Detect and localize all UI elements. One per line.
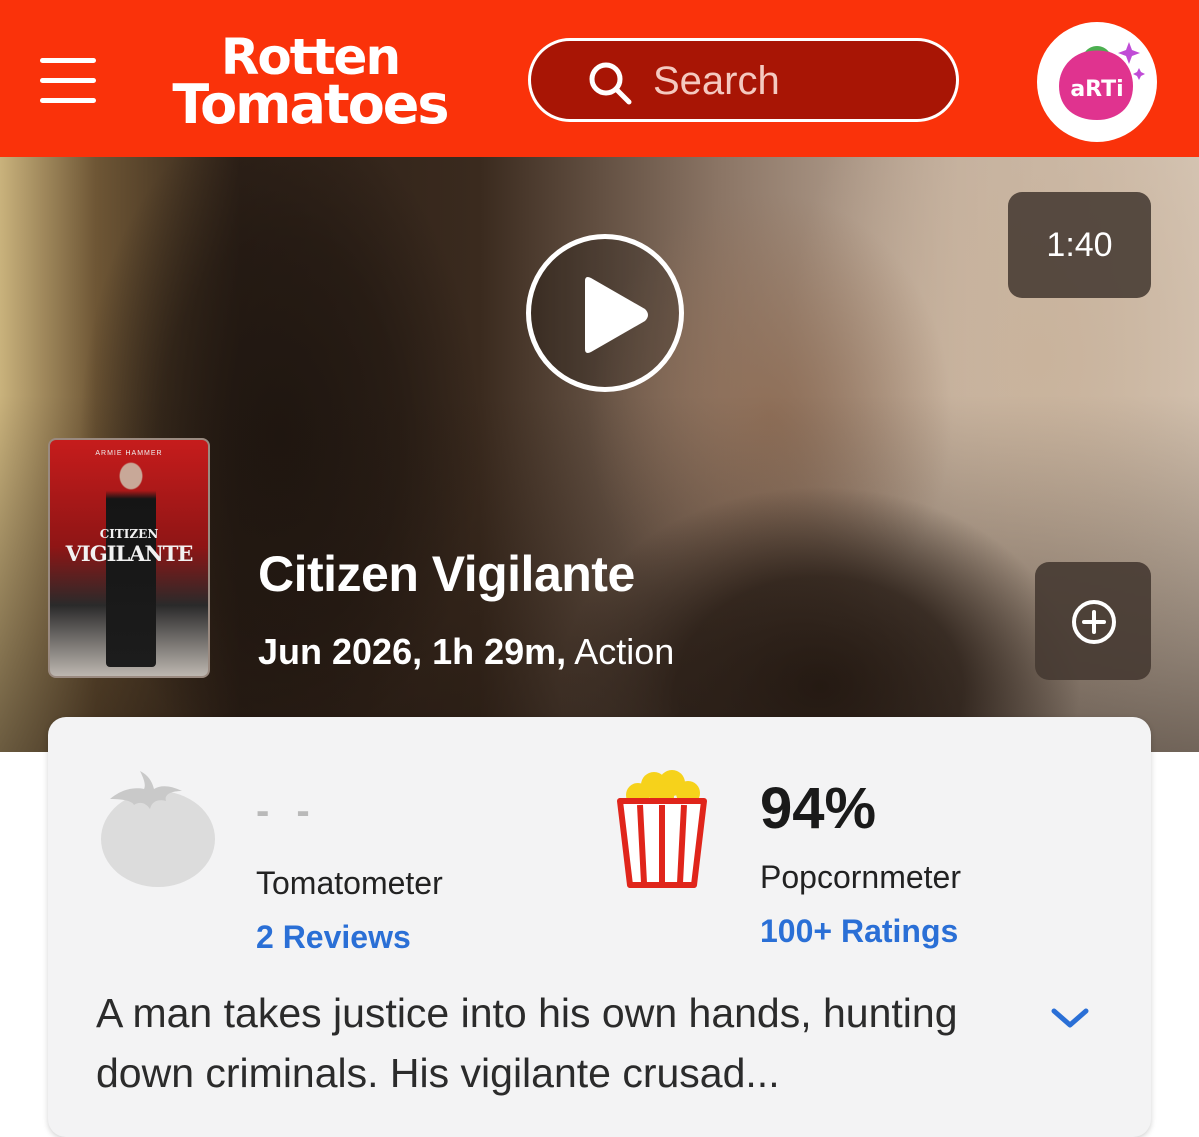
search-icon [589, 62, 632, 105]
site-header: Rotten Tomatoes aRTi [0, 0, 1199, 157]
logo-line-2: Tomatoes [172, 73, 449, 136]
tomatometer-score: - - [256, 789, 318, 833]
search-bar[interactable] [528, 38, 959, 122]
add-to-watchlist-button[interactable] [1035, 562, 1151, 680]
poster-title: CITIZEN VIGILANTE [50, 524, 208, 564]
movie-poster[interactable]: ARMIE HAMMER CITIZEN VIGILANTE [48, 438, 210, 678]
trailer-duration: 1:40 [1008, 192, 1151, 298]
synopsis-text: A man takes justice into his own hands, … [96, 990, 958, 1096]
play-icon [585, 277, 648, 353]
expand-synopsis-button[interactable] [1048, 1003, 1092, 1033]
chevron-down-icon [1051, 1008, 1089, 1028]
plus-circle-icon [1072, 600, 1116, 644]
audience-ratings-link[interactable]: 100+ Ratings [760, 913, 958, 950]
popcorn-icon [617, 770, 707, 888]
popcornmeter-label: Popcornmeter [760, 859, 961, 895]
movie-meta: Jun 2026, 1h 29m, Action [258, 631, 674, 673]
genre: Action [574, 631, 675, 672]
play-trailer-button[interactable] [526, 234, 684, 392]
movie-title: Citizen Vigilante [258, 546, 635, 602]
search-input[interactable] [651, 54, 945, 108]
poster-top-text: ARMIE HAMMER [95, 450, 163, 457]
score-card: - - Tomatometer 2 Reviews 94% Popcornmet… [48, 717, 1151, 1137]
tomatometer-label: Tomatometer [256, 865, 443, 901]
arti-avatar-icon: aRTi [1059, 42, 1145, 120]
user-avatar[interactable]: aRTi [1037, 22, 1157, 142]
trailer-hero[interactable]: 1:40 ARMIE HAMMER CITIZEN VIGILANTE Citi… [0, 157, 1199, 752]
menu-icon[interactable] [40, 58, 96, 104]
release-and-runtime: Jun 2026, 1h 29m, [258, 631, 567, 672]
poster-title-line-2: VIGILANTE [65, 541, 194, 566]
critic-reviews-link[interactable]: 2 Reviews [256, 919, 411, 956]
tomatometer-empty-icon [101, 771, 215, 887]
avatar-text: aRTi [1070, 77, 1123, 102]
popcornmeter-score: 94% [760, 776, 877, 841]
rotten-tomatoes-logo[interactable]: Rotten Tomatoes [150, 32, 470, 136]
